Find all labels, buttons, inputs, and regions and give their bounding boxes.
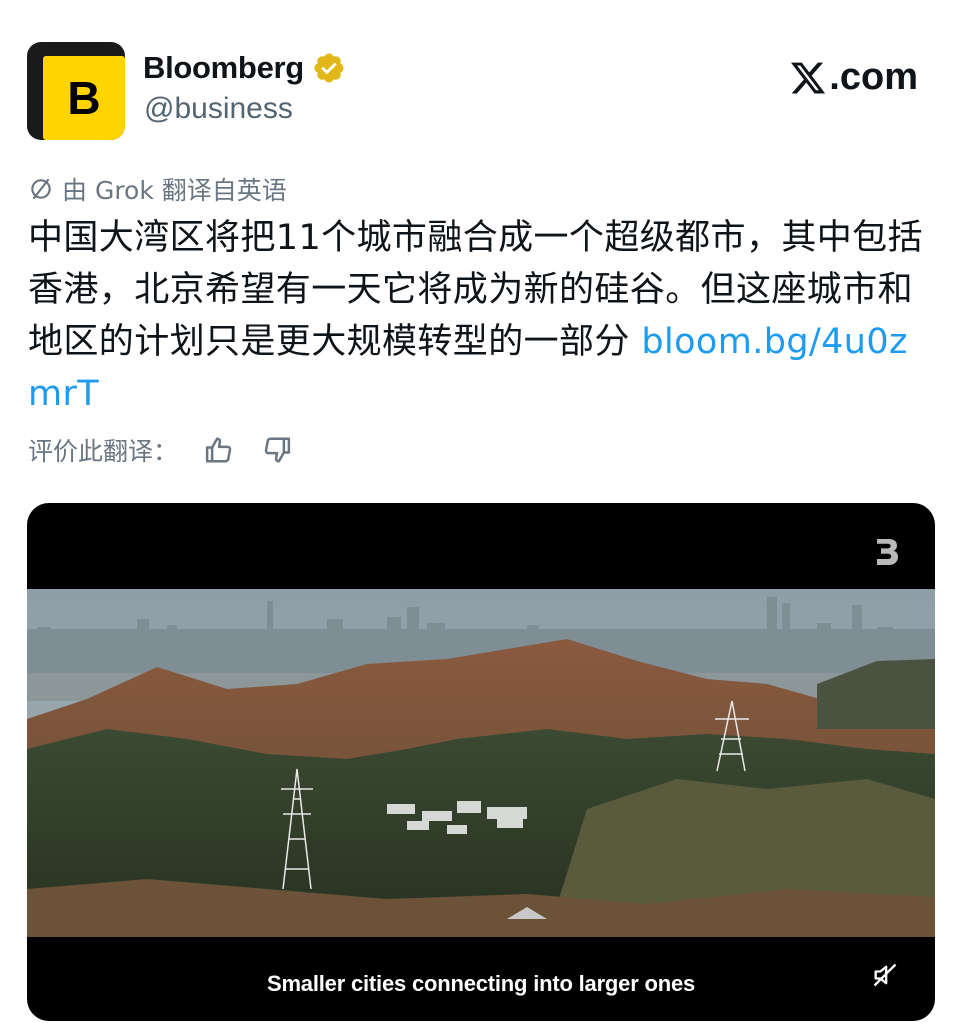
thumbs-up-button[interactable] bbox=[202, 433, 236, 467]
bloomberg-mark-icon bbox=[877, 539, 898, 565]
mute-button[interactable] bbox=[871, 961, 899, 989]
avatar[interactable]: B bbox=[27, 42, 125, 140]
thumbs-up-icon bbox=[205, 437, 232, 463]
avatar-logo: B bbox=[43, 56, 125, 140]
translate-icon bbox=[31, 178, 51, 200]
translation-note[interactable]: 由 Grok 翻译自英语 bbox=[28, 171, 287, 207]
rate-translation: 评价此翻译： bbox=[28, 432, 294, 468]
author-handle[interactable]: @business bbox=[144, 92, 293, 126]
site-text: .com bbox=[829, 56, 918, 98]
tweet-text: 中国大湾区将把11个城市融合成一个超级都市，其中包括香港，北京希望有一天它将成为… bbox=[28, 212, 938, 420]
rate-translation-label: 评价此翻译： bbox=[28, 437, 179, 466]
thumbs-down-button[interactable] bbox=[260, 433, 294, 467]
author-name-row: Bloomberg bbox=[143, 50, 346, 86]
muted-speaker-icon bbox=[873, 963, 897, 987]
author-display-name[interactable]: Bloomberg bbox=[143, 50, 304, 86]
video-frame bbox=[27, 589, 935, 937]
x-logo-icon bbox=[791, 62, 826, 93]
tweet-card: B Bloomberg @business .com 由 Grok 翻译自英语 … bbox=[0, 0, 960, 1035]
video-caption: Smaller cities connecting into larger on… bbox=[266, 971, 696, 996]
thumbs-down-icon bbox=[264, 437, 291, 463]
verified-badge-icon bbox=[314, 53, 344, 83]
avatar-letter: B bbox=[67, 72, 101, 124]
translation-note-text: 由 Grok 翻译自英语 bbox=[62, 176, 287, 205]
site-label: .com bbox=[789, 56, 918, 99]
video-player[interactable]: Smaller cities connecting into larger on… bbox=[27, 503, 935, 1021]
